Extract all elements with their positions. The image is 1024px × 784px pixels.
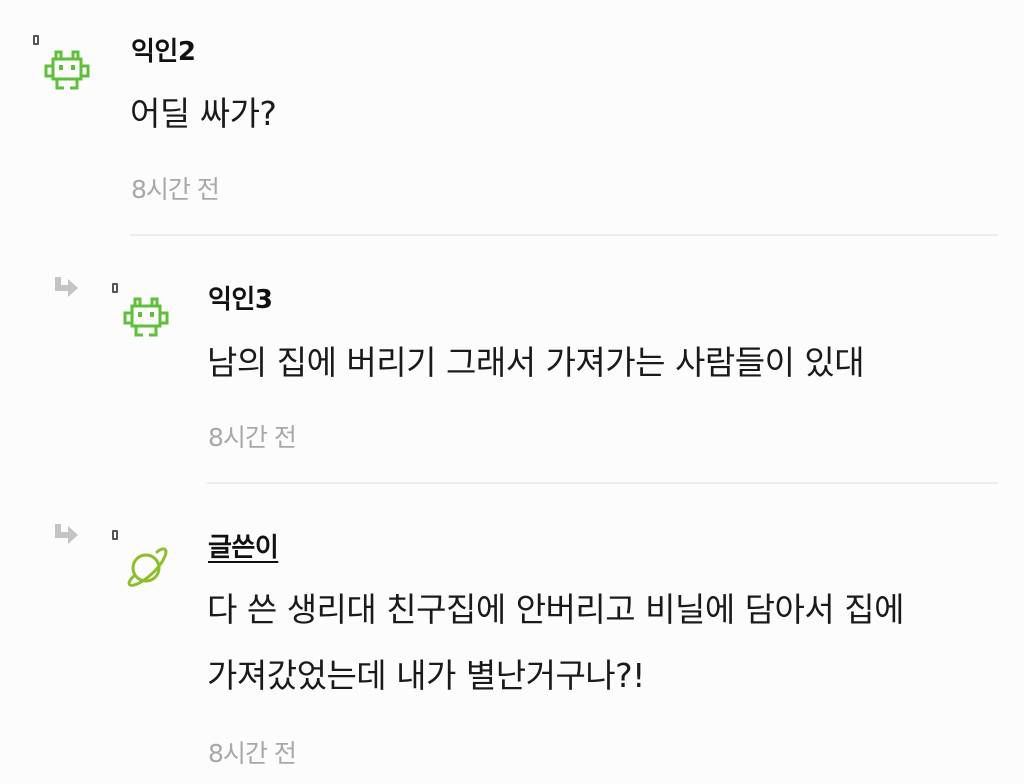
comment-text-line-2: 가져갔었는데 내가 별난거구나?! (207, 656, 645, 695)
comment-timestamp: 8시간 전 (131, 175, 220, 204)
select-checkbox[interactable] (112, 283, 118, 293)
comment-reply: 익인3 남의 집에 버리기 그래서 가져가는 사람들이 있대 8시간 전 (0, 237, 1024, 484)
space-invader-icon (123, 297, 169, 337)
comment-author[interactable]: 익인2 (131, 31, 196, 68)
reply-arrow-icon (55, 524, 78, 544)
space-invader-icon (44, 50, 90, 90)
comment-reply: 글쓴이 다 쓴 생리대 친구집에 안버리고 비닐에 담아서 집에 가져갔었는데 … (0, 484, 1024, 784)
comment-author-op[interactable]: 글쓴이 (208, 527, 279, 564)
comment-text: 남의 집에 버리기 그래서 가져가는 사람들이 있대 (207, 343, 865, 382)
comment: 익인2 어딜 싸가? 8시간 전 (0, 0, 1024, 237)
comment-timestamp: 8시간 전 (208, 423, 297, 452)
select-checkbox[interactable] (33, 35, 39, 45)
divider (130, 234, 998, 236)
reply-arrow-icon (55, 277, 78, 297)
select-checkbox[interactable] (112, 530, 118, 540)
comment-timestamp: 8시간 전 (208, 739, 297, 768)
comment-text: 어딜 싸가? (130, 94, 277, 133)
planet-icon (127, 547, 168, 587)
comment-thread: 익인2 어딜 싸가? 8시간 전 익인3 남의 집에 버리기 그래서 가져가는 … (0, 0, 1024, 784)
comment-author[interactable]: 익인3 (208, 279, 273, 316)
comment-text-line-1: 다 쓴 생리대 친구집에 안버리고 비닐에 담아서 집에 (207, 590, 905, 629)
